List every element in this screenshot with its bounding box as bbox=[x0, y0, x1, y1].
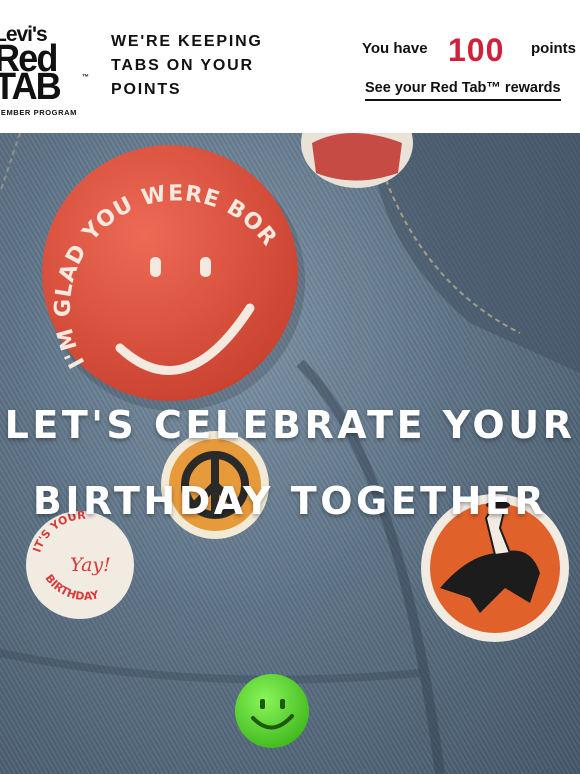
logo-program: MEMBER PROGRAM bbox=[0, 108, 77, 117]
hero-headline: LET'S CELEBRATE YOUR BIRTHDAY TOGETHER bbox=[0, 387, 580, 539]
email-header: Levi's Red TAB ™ MEMBER PROGRAM WE'RE KE… bbox=[0, 0, 580, 133]
smiley-pin: I'M GLAD YOU WERE BORN bbox=[0, 133, 305, 411]
logo-line-tab: TAB bbox=[0, 66, 62, 108]
hero-banner[interactable]: I'M GLAD YOU WERE BORN IT'S YOUR Yay! BI… bbox=[0, 133, 580, 774]
red-tab-logo[interactable]: Levi's Red TAB ™ MEMBER PROGRAM bbox=[0, 24, 94, 118]
points-value: 100 bbox=[448, 32, 505, 68]
yoke-seam bbox=[0, 649, 421, 684]
rewards-link[interactable]: See your Red Tab™ rewards bbox=[365, 80, 561, 101]
logo-trademark: ™ bbox=[82, 74, 89, 81]
birthday-pin-mid: Yay! bbox=[70, 554, 111, 576]
hero-headline-line-2: BIRTHDAY TOGETHER bbox=[32, 479, 548, 523]
header-tagline: WE'RE KEEPING TABS ON YOUR POINTS bbox=[111, 33, 263, 98]
hero-headline-line-1: LET'S CELEBRATE YOUR bbox=[4, 403, 576, 447]
points-suffix: points bbox=[531, 40, 576, 57]
green-smiley-pin bbox=[235, 674, 309, 748]
points-summary: You have 100 points See your Red Tab™ re… bbox=[362, 30, 576, 102]
points-prefix: You have bbox=[362, 40, 428, 57]
